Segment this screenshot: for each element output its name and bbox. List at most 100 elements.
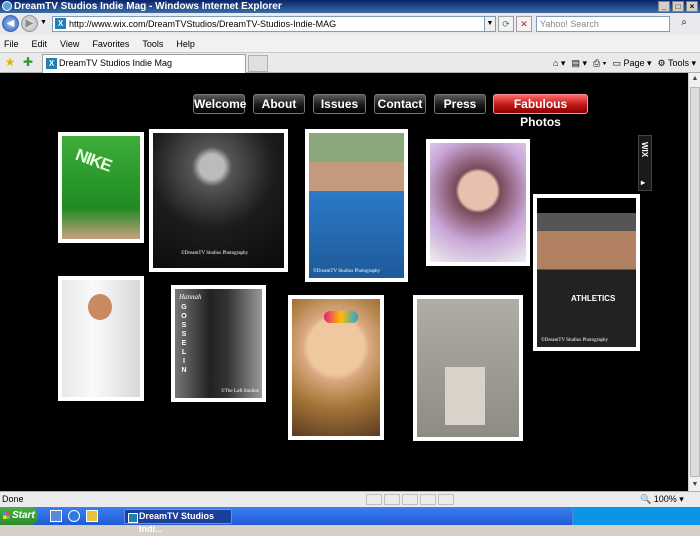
stop-button[interactable]: ✕ <box>516 16 532 32</box>
hannah-title: Hannah <box>179 293 202 301</box>
search-icon[interactable]: ⌕ <box>672 16 696 32</box>
vertical-scrollbar[interactable]: ▲ ▼ <box>688 73 700 491</box>
address-url: http://www.wix.com/DreamTVStudios/DreamT… <box>69 19 337 29</box>
gosselin-letter: S <box>181 331 187 338</box>
block-graphic <box>445 367 485 425</box>
photo-caption: ©The Loft Studios <box>221 389 259 394</box>
back-button[interactable]: ◀ <box>2 15 19 32</box>
zoom-level: 100% <box>653 494 677 504</box>
window-controls: _ □ × <box>658 1 698 12</box>
refresh-button[interactable]: ⟳ <box>498 16 514 32</box>
minimize-button[interactable]: _ <box>658 1 670 12</box>
show-desktop-icon[interactable] <box>50 510 62 522</box>
nav-press[interactable]: Press <box>434 94 486 114</box>
wix-badge[interactable]: WIX ▸ <box>638 135 652 191</box>
menu-bar: File Edit View Favorites Tools Help <box>0 35 700 53</box>
page-menu[interactable]: ▭ Page ▾ <box>612 55 651 71</box>
photo-child-on-block[interactable] <box>413 295 523 441</box>
photo-bw-man-with-glasses[interactable]: ©DreamTV Studios Photography <box>149 129 288 272</box>
gosselin-vertical-text: GOSSELIN <box>180 303 188 375</box>
photo-subject-head <box>88 294 112 320</box>
taskbar-window-button[interactable]: DreamTV Studios Indi... <box>124 509 232 534</box>
tab-row: ★ ✚ X DreamTV Studios Indie Mag ⌂ ▾ ▤ ▾ … <box>0 53 700 73</box>
recent-pages-dropdown[interactable]: ▼ <box>40 19 47 26</box>
status-cell <box>420 494 436 505</box>
status-bar: Done 🔍 100% ▾ <box>0 491 700 507</box>
address-bar[interactable]: X http://www.wix.com/DreamTVStudios/Drea… <box>52 16 496 32</box>
command-bar: ⌂ ▾ ▤ ▾ ⎙ ▾ ▭ Page ▾ ⚙ Tools ▾ <box>553 55 696 71</box>
scroll-thumb[interactable] <box>690 87 700 477</box>
maximize-button[interactable]: □ <box>672 1 684 12</box>
favorites-star-icon[interactable]: ★ <box>3 55 17 69</box>
wix-favicon-icon: X <box>55 18 66 29</box>
window-title: DreamTV Studios Indie Mag - Windows Inte… <box>14 1 282 12</box>
photo-caption: ©DreamTV Studios Photography <box>541 338 609 343</box>
page-content: Welcome About Issues Contact Press Fabul… <box>0 73 688 491</box>
nike-text-graphic: NIKE <box>72 145 114 176</box>
gosselin-letter: G <box>181 304 187 311</box>
photo-caption: ©DreamTV Studios Photography <box>313 269 381 274</box>
window-titlebar: DreamTV Studios Indie Mag - Windows Inte… <box>0 0 700 13</box>
zoom-control[interactable]: 🔍 100% ▾ <box>640 492 684 507</box>
scroll-up-icon[interactable]: ▲ <box>689 73 700 85</box>
new-tab-button[interactable] <box>248 55 268 72</box>
nav-contact[interactable]: Contact <box>374 94 426 114</box>
tab-favicon-icon: X <box>46 58 57 69</box>
site-navigation: Welcome About Issues Contact Press Fabul… <box>0 94 688 129</box>
menu-view[interactable]: View <box>60 39 79 49</box>
page-menu-label: Page <box>623 58 645 68</box>
close-button[interactable]: × <box>686 1 698 12</box>
photo-caption: ©DreamTV Studios Photography <box>181 251 249 256</box>
sunglasses-graphic <box>324 311 358 323</box>
print-icon[interactable]: ⎙ ▾ <box>593 55 606 71</box>
photo-girl-with-makeup[interactable] <box>426 139 530 266</box>
status-cell <box>384 494 400 505</box>
address-dropdown-icon[interactable]: ▼ <box>484 17 495 31</box>
nav-fabulous-photos[interactable]: Fabulous Photos <box>493 94 588 129</box>
status-cell <box>402 494 418 505</box>
menu-tools[interactable]: Tools <box>142 39 163 49</box>
gosselin-letter: N <box>181 367 187 374</box>
nav-about[interactable]: About <box>253 94 305 114</box>
menu-edit[interactable]: Edit <box>32 39 48 49</box>
home-icon[interactable]: ⌂ ▾ <box>553 55 565 71</box>
tab-title: DreamTV Studios Indie Mag <box>59 58 173 68</box>
nav-issues[interactable]: Issues <box>313 94 366 114</box>
gosselin-letter: S <box>181 322 187 329</box>
internet-explorer-icon <box>2 1 12 11</box>
folder-quicklaunch-icon[interactable] <box>86 510 98 522</box>
feeds-icon[interactable]: ▤ ▾ <box>571 55 587 71</box>
ie-quicklaunch-icon[interactable] <box>68 510 80 522</box>
athletics-shirt-graphic: ATHLETICS <box>571 294 616 303</box>
photo-man-with-hat[interactable]: ATHLETICS ©DreamTV Studios Photography <box>533 194 640 351</box>
photo-boy-with-sunglasses[interactable] <box>288 295 384 440</box>
photo-teen-blue-shirt[interactable]: ©DreamTV Studios Photography <box>305 129 408 282</box>
status-text: Done <box>2 494 24 504</box>
gosselin-letter: L <box>181 349 187 356</box>
taskbar: Start DreamTV Studios Indi... <box>0 507 700 534</box>
scroll-down-icon[interactable]: ▼ <box>689 479 700 491</box>
menu-file[interactable]: File <box>4 39 19 49</box>
photo-white-shirt-boy[interactable] <box>58 276 144 401</box>
wix-arrow-icon: ▸ <box>641 178 646 187</box>
forward-button[interactable]: ▶ <box>21 15 38 32</box>
browser-tab[interactable]: X DreamTV Studios Indie Mag <box>42 54 246 73</box>
status-cell <box>438 494 454 505</box>
wix-label: WIX <box>640 142 649 158</box>
gosselin-letter: E <box>181 340 187 347</box>
add-favorites-icon[interactable]: ✚ <box>21 55 35 69</box>
menu-help[interactable]: Help <box>176 39 195 49</box>
photo-hannah-gosselin[interactable]: Hannah GOSSELIN ©The Loft Studios <box>171 285 266 402</box>
status-cell <box>366 494 382 505</box>
search-input[interactable]: Yahoo! Search <box>536 16 670 32</box>
tools-menu[interactable]: ⚙ Tools ▾ <box>658 55 696 71</box>
gosselin-letter: I <box>183 358 185 365</box>
nav-welcome[interactable]: Welcome <box>193 94 246 114</box>
start-button[interactable]: Start <box>0 507 38 525</box>
menu-favorites[interactable]: Favorites <box>92 39 129 49</box>
tools-menu-label: Tools <box>667 58 689 68</box>
gosselin-letter: O <box>181 313 187 320</box>
address-toolbar: ◀ ▶ ▼ X http://www.wix.com/DreamTVStudio… <box>0 13 700 35</box>
system-tray <box>572 507 700 525</box>
photo-green-nike-shirt[interactable]: NIKE <box>58 132 144 243</box>
